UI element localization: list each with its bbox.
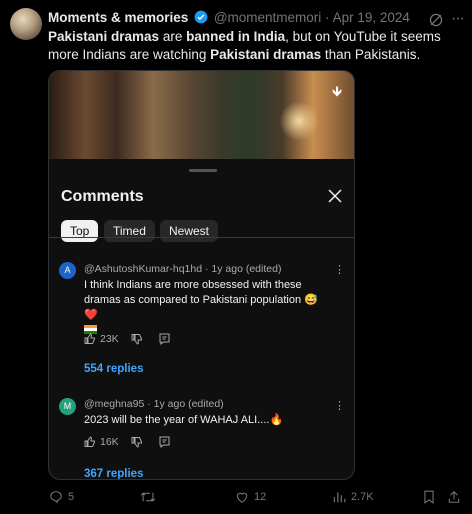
comment-author-line: @meghna95 · 1y ago (edited)	[84, 398, 224, 410]
like-action[interactable]: 12	[235, 490, 266, 504]
views-bar-icon[interactable]	[332, 490, 346, 504]
tweet-date[interactable]: Apr 19, 2024	[333, 10, 410, 25]
retweet-icon[interactable]	[140, 490, 156, 504]
bookmark-icon[interactable]	[423, 490, 435, 504]
reply-bubble-icon[interactable]	[49, 490, 63, 504]
dot-separator: ·	[325, 10, 333, 25]
comment-author[interactable]: @meghna95	[84, 398, 144, 410]
reply-count: 5	[68, 491, 75, 503]
author-avatar[interactable]	[10, 8, 42, 40]
tab-timed[interactable]: Timed	[104, 220, 155, 242]
comment-meta: · 1y ago (edited)	[204, 263, 282, 275]
more-options-icon[interactable]: ···	[451, 10, 465, 28]
view-count: 2.7K	[351, 491, 374, 503]
text-6: than Pakistanis.	[321, 47, 421, 62]
thumbs-up-icon[interactable]	[84, 333, 96, 345]
comment-avatar[interactable]: A	[59, 262, 76, 279]
author-handle[interactable]: @momentmemori	[214, 10, 321, 25]
comment-author[interactable]: @AshutoshKumar-hq1hd	[84, 263, 202, 275]
text-bold-3: banned in India	[186, 29, 286, 44]
text-bold-5: Pakistani dramas	[210, 47, 322, 62]
comment-more-icon[interactable]: ⋮	[334, 263, 345, 276]
text-2: are	[159, 29, 187, 44]
reply-icon[interactable]	[159, 333, 170, 345]
close-icon[interactable]	[328, 189, 342, 203]
replies-link[interactable]: 554 replies	[84, 363, 143, 375]
comment-author-line: @AshutoshKumar-hq1hd · 1y ago (edited)	[84, 263, 281, 275]
comment-more-icon[interactable]: ⋮	[334, 399, 345, 412]
grok-icon[interactable]	[428, 12, 444, 28]
retweet-action[interactable]	[140, 490, 161, 504]
video-thumbnail[interactable]: 🡻	[49, 71, 354, 159]
divider	[49, 237, 354, 238]
verified-badge-icon	[194, 10, 208, 24]
heart-icon[interactable]	[235, 490, 249, 504]
like-count: 12	[254, 491, 267, 503]
video-light	[279, 101, 319, 141]
tab-top[interactable]: Top	[61, 220, 99, 242]
views-action[interactable]: 2.7K	[332, 490, 374, 504]
thumbs-up-icon[interactable]	[84, 436, 96, 448]
comments-title: Comments	[61, 188, 144, 205]
thumbs-down-icon[interactable]	[131, 436, 143, 448]
comment-meta: · 1y ago (edited)	[147, 398, 224, 410]
tweet-media[interactable]: 🡻 Comments Top Timed Newest A @AshutoshK…	[48, 70, 355, 480]
thumbs-down-icon[interactable]	[131, 333, 143, 345]
author-name[interactable]: Moments & memories	[48, 10, 188, 25]
reply-icon[interactable]	[159, 436, 170, 448]
tab-newest[interactable]: Newest	[160, 220, 219, 242]
comment-actions: 16K	[84, 436, 170, 448]
comment-text-body: I think Indians are more obsessed with t…	[84, 279, 318, 321]
like-count: 23K	[100, 333, 119, 345]
like-count: 16K	[100, 436, 119, 448]
comment-text: I think Indians are more obsessed with t…	[84, 278, 329, 338]
replies-link[interactable]: 367 replies	[84, 468, 143, 479]
comment-actions: 23K	[84, 333, 170, 345]
comment-text: 2023 will be the year of WAHAJ ALI....🔥	[84, 414, 284, 426]
reply-action[interactable]: 5	[49, 490, 74, 504]
tweet-header: Moments & memories @momentmemori · Apr 1…	[48, 10, 410, 25]
comment-avatar[interactable]: M	[59, 398, 76, 415]
tweet-text: Pakistani dramas are banned in India, bu…	[48, 28, 458, 64]
text-bold-1: Pakistani dramas	[48, 29, 160, 44]
tweet-actions: 5 12 2.7K	[0, 488, 472, 508]
share-icon[interactable]	[447, 490, 461, 504]
drag-handle[interactable]	[189, 169, 217, 172]
download-arrow-icon: 🡻	[332, 83, 343, 99]
